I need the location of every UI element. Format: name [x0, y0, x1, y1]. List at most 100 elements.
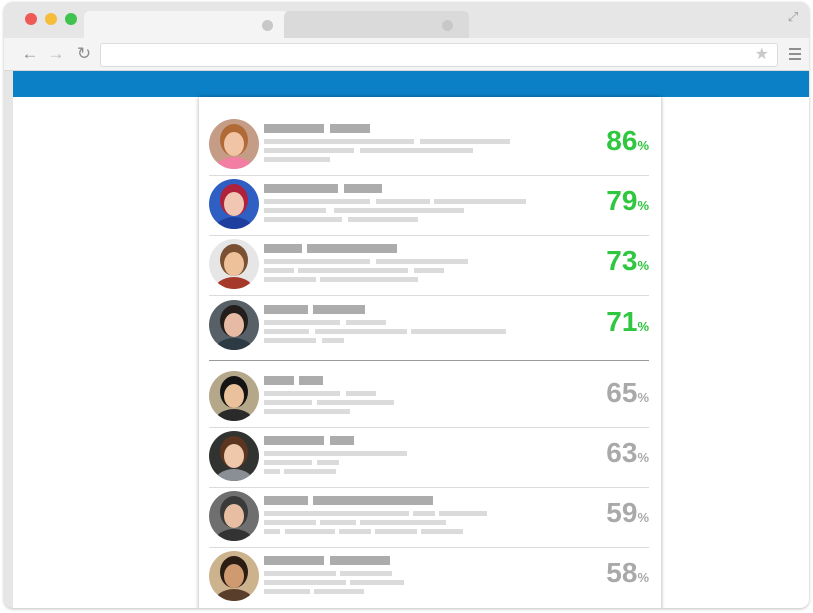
row-divider: [209, 427, 649, 428]
score-value: 59: [606, 497, 638, 528]
tab-close-icon[interactable]: [442, 20, 453, 31]
text-placeholder: [375, 529, 417, 534]
text-placeholder: [284, 469, 336, 474]
score-value: 73: [606, 245, 638, 276]
percent-sign: %: [637, 319, 649, 334]
text-placeholder: [439, 511, 487, 516]
text-placeholder: [264, 157, 330, 162]
text-placeholder: [346, 391, 376, 396]
text-placeholder: [264, 469, 280, 474]
candidate-row[interactable]: 59%: [209, 489, 649, 543]
name-placeholder: [299, 376, 323, 385]
tab-close-icon[interactable]: [262, 20, 273, 31]
text-placeholder: [264, 208, 326, 213]
candidate-row[interactable]: 79%: [209, 177, 649, 231]
minimize-window-button[interactable]: [45, 13, 57, 25]
name-placeholder: [264, 436, 324, 445]
percent-sign: %: [637, 510, 649, 525]
text-placeholder: [317, 400, 394, 405]
text-placeholder: [264, 139, 414, 144]
name-placeholder: [264, 184, 338, 193]
text-placeholder: [420, 139, 510, 144]
text-placeholder: [264, 529, 280, 534]
text-placeholder: [264, 268, 294, 273]
text-placeholder: [348, 217, 418, 222]
page-content: 86% 79% 73% 71% 65% 63% 59% 58%: [13, 97, 809, 608]
avatar: [209, 491, 259, 541]
bookmark-star-icon[interactable]: ★: [755, 45, 769, 65]
maximize-window-button[interactable]: [65, 13, 77, 25]
candidate-row[interactable]: 58%: [209, 549, 649, 603]
text-placeholder: [264, 391, 340, 396]
candidate-row[interactable]: 65%: [209, 369, 649, 423]
candidate-row[interactable]: 63%: [209, 429, 649, 483]
percent-sign: %: [637, 450, 649, 465]
score-value: 86: [606, 125, 638, 156]
text-placeholder: [264, 460, 312, 465]
text-placeholder: [315, 329, 407, 334]
text-placeholder: [320, 277, 418, 282]
text-placeholder: [350, 580, 404, 585]
text-placeholder: [421, 529, 463, 534]
browser-tab-active[interactable]: [84, 11, 289, 38]
address-bar[interactable]: ★: [100, 43, 778, 67]
name-placeholder: [307, 244, 397, 253]
score-value: 79: [606, 185, 638, 216]
text-placeholder: [264, 409, 350, 414]
text-placeholder: [334, 208, 464, 213]
score-value: 65: [606, 377, 638, 408]
score-value: 63: [606, 437, 638, 468]
name-placeholder: [313, 305, 365, 314]
browser-window: ⤢ ← → ↻ ★ 86% 79% 73% 71% 65% 63% 59% 58%: [4, 2, 809, 608]
avatar: [209, 431, 259, 481]
text-placeholder: [264, 148, 354, 153]
title-bar: ⤢: [4, 2, 809, 38]
browser-tab-inactive[interactable]: [284, 11, 469, 38]
percent-sign: %: [637, 138, 649, 153]
text-placeholder: [264, 520, 316, 525]
percent-sign: %: [637, 258, 649, 273]
match-score: 79%: [559, 185, 649, 217]
reload-icon[interactable]: ↻: [74, 44, 94, 64]
text-placeholder: [414, 268, 444, 273]
menu-icon[interactable]: [789, 48, 801, 63]
score-value: 58: [606, 557, 638, 588]
percent-sign: %: [637, 390, 649, 405]
text-placeholder: [376, 259, 468, 264]
back-arrow-icon[interactable]: ←: [20, 44, 40, 64]
avatar: [209, 119, 259, 169]
match-score: 73%: [559, 245, 649, 277]
percent-sign: %: [637, 198, 649, 213]
candidate-row[interactable]: 73%: [209, 237, 649, 291]
text-placeholder: [340, 571, 392, 576]
text-placeholder: [264, 320, 340, 325]
text-placeholder: [264, 589, 310, 594]
match-score: 71%: [559, 306, 649, 338]
expand-icon[interactable]: ⤢: [785, 9, 801, 25]
text-placeholder: [360, 520, 446, 525]
forward-arrow-icon[interactable]: →: [46, 44, 66, 64]
text-placeholder: [264, 571, 336, 576]
text-placeholder: [317, 460, 339, 465]
site-header-banner: [13, 71, 809, 97]
close-window-button[interactable]: [25, 13, 37, 25]
name-placeholder: [330, 436, 354, 445]
candidate-row[interactable]: 86%: [209, 117, 649, 171]
text-placeholder: [264, 400, 312, 405]
text-placeholder: [298, 268, 408, 273]
text-placeholder: [264, 217, 342, 222]
row-divider: [209, 175, 649, 176]
text-placeholder: [264, 277, 316, 282]
text-placeholder: [314, 589, 364, 594]
text-placeholder: [264, 580, 346, 585]
text-placeholder: [360, 148, 473, 153]
name-placeholder: [264, 556, 324, 565]
avatar: [209, 179, 259, 229]
candidate-row[interactable]: 71%: [209, 298, 649, 352]
name-placeholder: [344, 184, 382, 193]
row-divider: [209, 547, 649, 548]
avatar: [209, 371, 259, 421]
text-placeholder: [285, 529, 335, 534]
score-value: 71: [606, 306, 638, 337]
name-placeholder: [330, 124, 370, 133]
